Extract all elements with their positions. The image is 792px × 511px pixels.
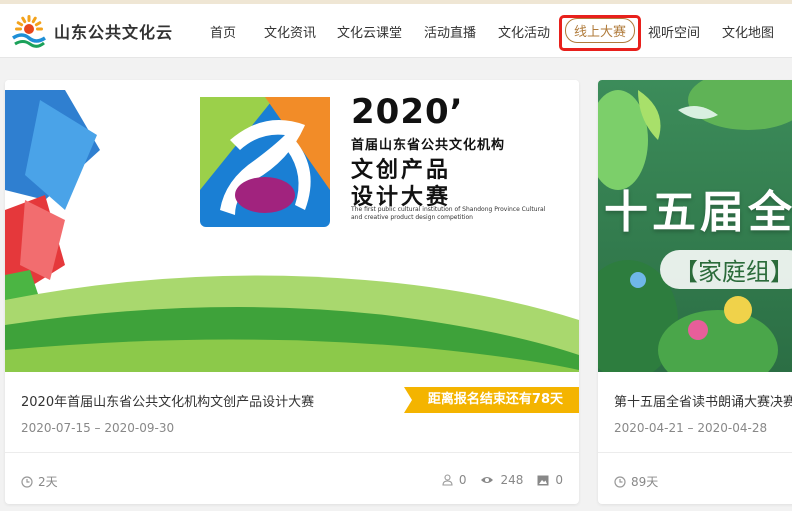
participants-count: 0 — [458, 473, 467, 487]
works-count: 0 — [555, 473, 563, 487]
contest-date-range: 2020-04-21 – 2020-04-28 — [614, 421, 768, 435]
contest-title[interactable]: 2020年首届山东省公共文化机构文创产品设计大赛 — [21, 391, 314, 410]
contest-duration: 89天 — [614, 473, 658, 490]
poster-group-label: 【家庭组】 — [660, 250, 792, 289]
contest-title[interactable]: 第十五届全省读书朗诵大赛决赛 — [614, 391, 792, 410]
poster-year: 2020’ — [351, 92, 464, 132]
participants-stat: 0 — [442, 473, 467, 487]
nav-culture-map[interactable]: 文化地图 — [722, 22, 774, 41]
contest-stats: 0 248 0 — [428, 473, 563, 487]
clock-icon — [21, 475, 33, 488]
nav-home[interactable]: 首页 — [210, 22, 236, 41]
views-stat: 248 — [480, 473, 523, 487]
contest-date-range: 2020-07-15 – 2020-09-30 — [21, 421, 175, 435]
registration-countdown-badge: 距离报名结束还有78天 — [403, 387, 579, 413]
duration-text: 89天 — [631, 475, 659, 489]
nav-activities[interactable]: 文化活动 — [498, 22, 550, 41]
duration-text: 2天 — [38, 475, 58, 489]
contest-card[interactable]: 十五届全 【家庭组】 第十五届全省读书朗诵大赛决赛 2020-04-21 – 2… — [598, 80, 792, 504]
poster-heading: 十五届全 — [604, 187, 792, 238]
contest-duration: 2天 — [21, 473, 58, 490]
nav-audio-video[interactable]: 视听空间 — [648, 22, 700, 41]
poster-english-text: The first public cultural institution of… — [351, 206, 546, 221]
works-stat: 0 — [537, 473, 563, 487]
annotation-highlight-box — [559, 15, 641, 51]
poster-line1: 首届山东省公共文化机构 — [351, 138, 506, 153]
nav-news[interactable]: 文化资讯 — [264, 22, 316, 41]
nav-live[interactable]: 活动直播 — [424, 22, 476, 41]
clock-icon — [614, 475, 626, 488]
image-icon — [537, 475, 549, 486]
site-header: 山东公共文化云 首页 文化资讯 文化云课堂 活动直播 文化活动 线上大赛 视听空… — [0, 4, 792, 58]
poster-graphic — [5, 80, 579, 372]
contest-poster-image[interactable]: 2020’ 首届山东省公共文化机构 文创产品 设计大赛 The first pu… — [5, 80, 579, 372]
contest-poster-image[interactable]: 十五届全 【家庭组】 — [598, 80, 792, 372]
nav-classroom[interactable]: 文化云课堂 — [337, 22, 402, 41]
views-count: 248 — [500, 473, 524, 487]
main-nav: 首页 文化资讯 文化云课堂 活动直播 文化活动 线上大赛 视听空间 文化地图 — [0, 4, 792, 58]
card-divider — [5, 452, 579, 453]
user-icon — [442, 474, 453, 486]
contest-card[interactable]: 2020’ 首届山东省公共文化机构 文创产品 设计大赛 The first pu… — [5, 80, 579, 504]
card-divider — [598, 452, 792, 453]
eye-icon — [480, 475, 494, 485]
